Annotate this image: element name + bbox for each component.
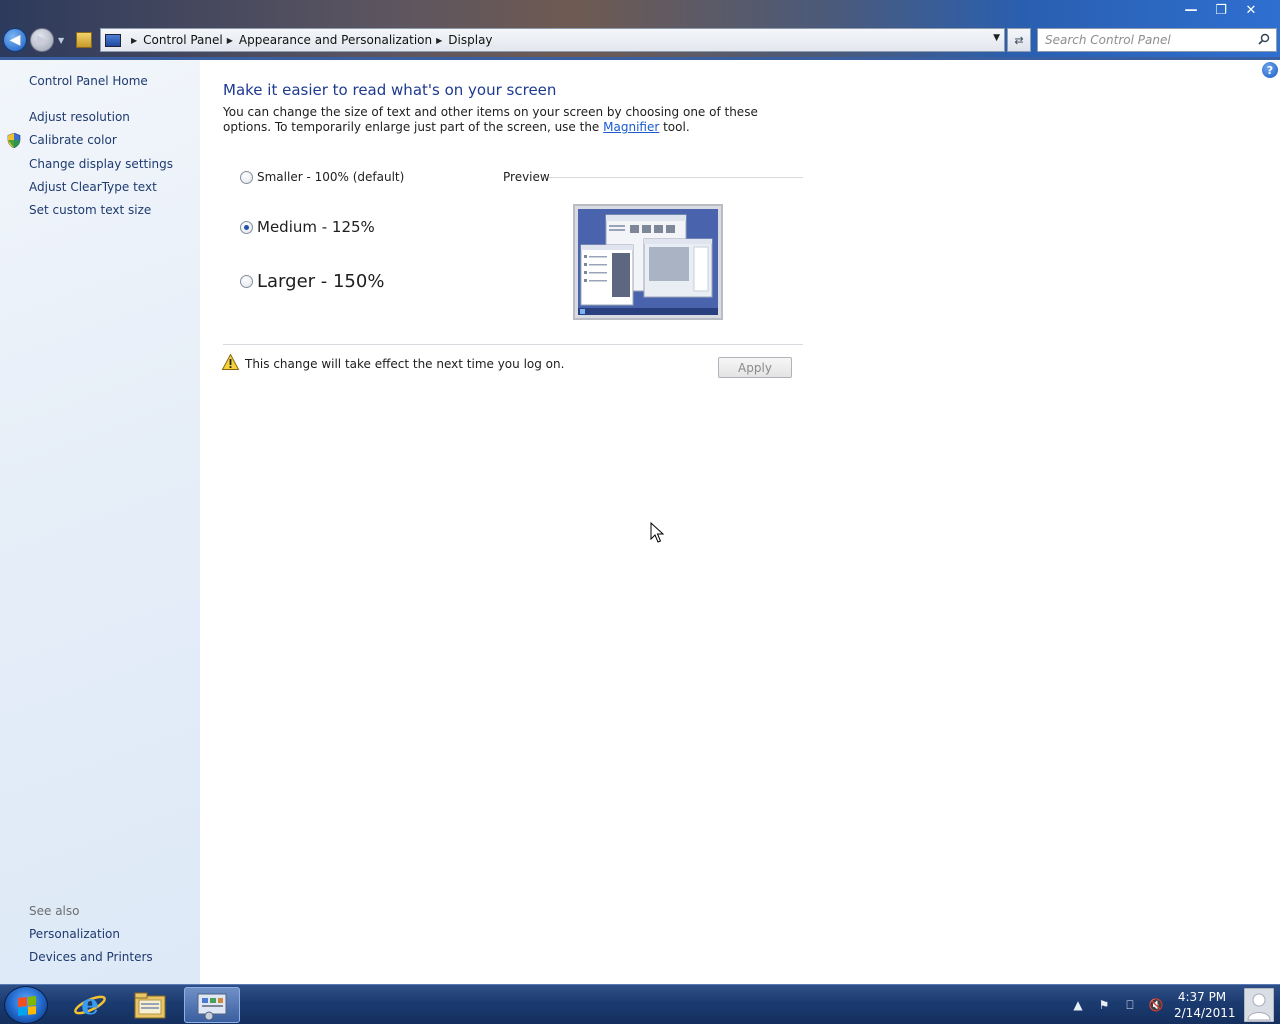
see-also-heading: See also: [29, 904, 80, 918]
mouse-pointer-icon: [650, 522, 664, 543]
personalization-link[interactable]: Personalization: [29, 927, 120, 941]
network-icon[interactable]: ⎕: [1122, 997, 1138, 1013]
search-input[interactable]: Search Control Panel: [1037, 28, 1277, 52]
radio-larger[interactable]: [240, 275, 253, 288]
refresh-button[interactable]: ⇄: [1007, 28, 1031, 52]
left-task-pane: Control Panel Home Adjust resolution Cal…: [0, 60, 200, 984]
action-center-flag-icon[interactable]: ⚑: [1096, 997, 1112, 1013]
uac-shield-icon: [7, 133, 21, 148]
start-button[interactable]: [4, 986, 48, 1024]
breadcrumb-separator-icon[interactable]: ▶: [436, 36, 442, 45]
recent-pages-dropdown-icon[interactable]: ▼: [58, 36, 64, 45]
internet-explorer-icon: e: [74, 989, 106, 1021]
calibrate-color-link[interactable]: Calibrate color: [29, 133, 117, 147]
help-icon[interactable]: ?: [1262, 62, 1278, 78]
option-smaller-label[interactable]: Smaller - 100% (default): [257, 170, 404, 184]
option-larger[interactable]: Larger - 150%: [240, 271, 384, 292]
search-placeholder: Search Control Panel: [1045, 33, 1171, 47]
clock-time: 4:37 PM: [1177, 990, 1227, 1004]
option-medium-label[interactable]: Medium - 125%: [257, 218, 375, 236]
control-panel-icon: [197, 993, 227, 1020]
adjust-cleartype-link[interactable]: Adjust ClearType text: [29, 180, 157, 194]
preview-image: [573, 204, 723, 320]
breadcrumb-display[interactable]: Display: [448, 33, 492, 47]
svg-text:e: e: [81, 989, 99, 1021]
up-folder-icon[interactable]: [76, 32, 92, 48]
logoff-warning-text: This change will take effect the next ti…: [245, 357, 565, 371]
breadcrumb-separator-icon[interactable]: ▶: [131, 36, 137, 45]
page-description: You can change the size of text and othe…: [223, 105, 783, 135]
back-button[interactable]: ◀: [3, 28, 27, 52]
set-custom-text-size-link[interactable]: Set custom text size: [29, 203, 151, 217]
navigation-bar: ◀ ▶ ▼ ▶ Control Panel ▶ Appearance and P…: [0, 28, 1280, 52]
volume-muted-icon[interactable]: 🔇: [1148, 997, 1164, 1013]
adjust-resolution-link[interactable]: Adjust resolution: [29, 110, 130, 124]
magnifier-link[interactable]: Magnifier: [603, 120, 659, 134]
breadcrumb-control-panel[interactable]: Control Panel: [143, 33, 223, 47]
section-divider: [223, 344, 803, 345]
radio-smaller[interactable]: [240, 170, 253, 184]
restore-button[interactable]: ❐: [1206, 0, 1236, 20]
warning-icon: [222, 354, 239, 370]
option-medium[interactable]: Medium - 125%: [240, 218, 375, 236]
forward-arrow-icon: ▶: [36, 32, 48, 48]
taskbar-control-panel[interactable]: [184, 987, 240, 1023]
windows-logo-icon: [18, 996, 36, 1016]
radio-medium[interactable]: [240, 220, 253, 234]
control-panel-icon: [105, 33, 121, 47]
option-larger-label[interactable]: Larger - 150%: [257, 271, 384, 292]
back-arrow-icon: ◀: [9, 32, 21, 48]
change-display-settings-link[interactable]: Change display settings: [29, 157, 173, 171]
clock[interactable]: 4:37 PM 2/14/2011: [1174, 989, 1236, 1021]
search-icon[interactable]: [1258, 33, 1270, 45]
windows-explorer-icon: [134, 992, 166, 1019]
show-hidden-icons-icon[interactable]: ▲: [1070, 997, 1086, 1013]
minimize-button[interactable]: —: [1176, 0, 1206, 20]
option-smaller[interactable]: Smaller - 100% (default): [240, 170, 404, 184]
window-controls: — ❐ ✕: [1176, 0, 1266, 20]
forward-button[interactable]: ▶: [30, 28, 54, 52]
page-title: Make it easier to read what's on your sc…: [223, 81, 557, 99]
breadcrumb-appearance[interactable]: Appearance and Personalization: [239, 33, 432, 47]
address-bar[interactable]: ▶ Control Panel ▶ Appearance and Persona…: [100, 28, 1005, 52]
clock-date: 2/14/2011: [1174, 1006, 1236, 1020]
taskbar-windows-explorer[interactable]: [122, 987, 178, 1023]
address-dropdown-icon[interactable]: ▼: [993, 33, 1000, 43]
preview-desktop-illustration: [578, 209, 718, 315]
preview-divider: [549, 177, 803, 178]
breadcrumb-separator-icon[interactable]: ▶: [227, 36, 233, 45]
taskbar: e ▲ ⚑ ⎕ 🔇 4:37 PM 2/14/2011: [0, 984, 1280, 1024]
main-content: ? Make it easier to read what's on your …: [200, 60, 1280, 984]
user-picture-tile[interactable]: [1238, 985, 1280, 1024]
devices-and-printers-link[interactable]: Devices and Printers: [29, 950, 153, 964]
description-text-end: tool.: [659, 120, 690, 134]
system-tray: ▲ ⚑ ⎕ 🔇 4:37 PM 2/14/2011: [1070, 985, 1236, 1024]
close-button[interactable]: ✕: [1236, 0, 1266, 20]
user-avatar-icon: [1244, 988, 1274, 1022]
apply-button[interactable]: Apply: [718, 357, 792, 378]
taskbar-internet-explorer[interactable]: e: [62, 987, 118, 1023]
refresh-icon: ⇄: [1014, 33, 1024, 47]
control-panel-home-link[interactable]: Control Panel Home: [29, 74, 148, 88]
preview-label: Preview: [503, 170, 550, 184]
